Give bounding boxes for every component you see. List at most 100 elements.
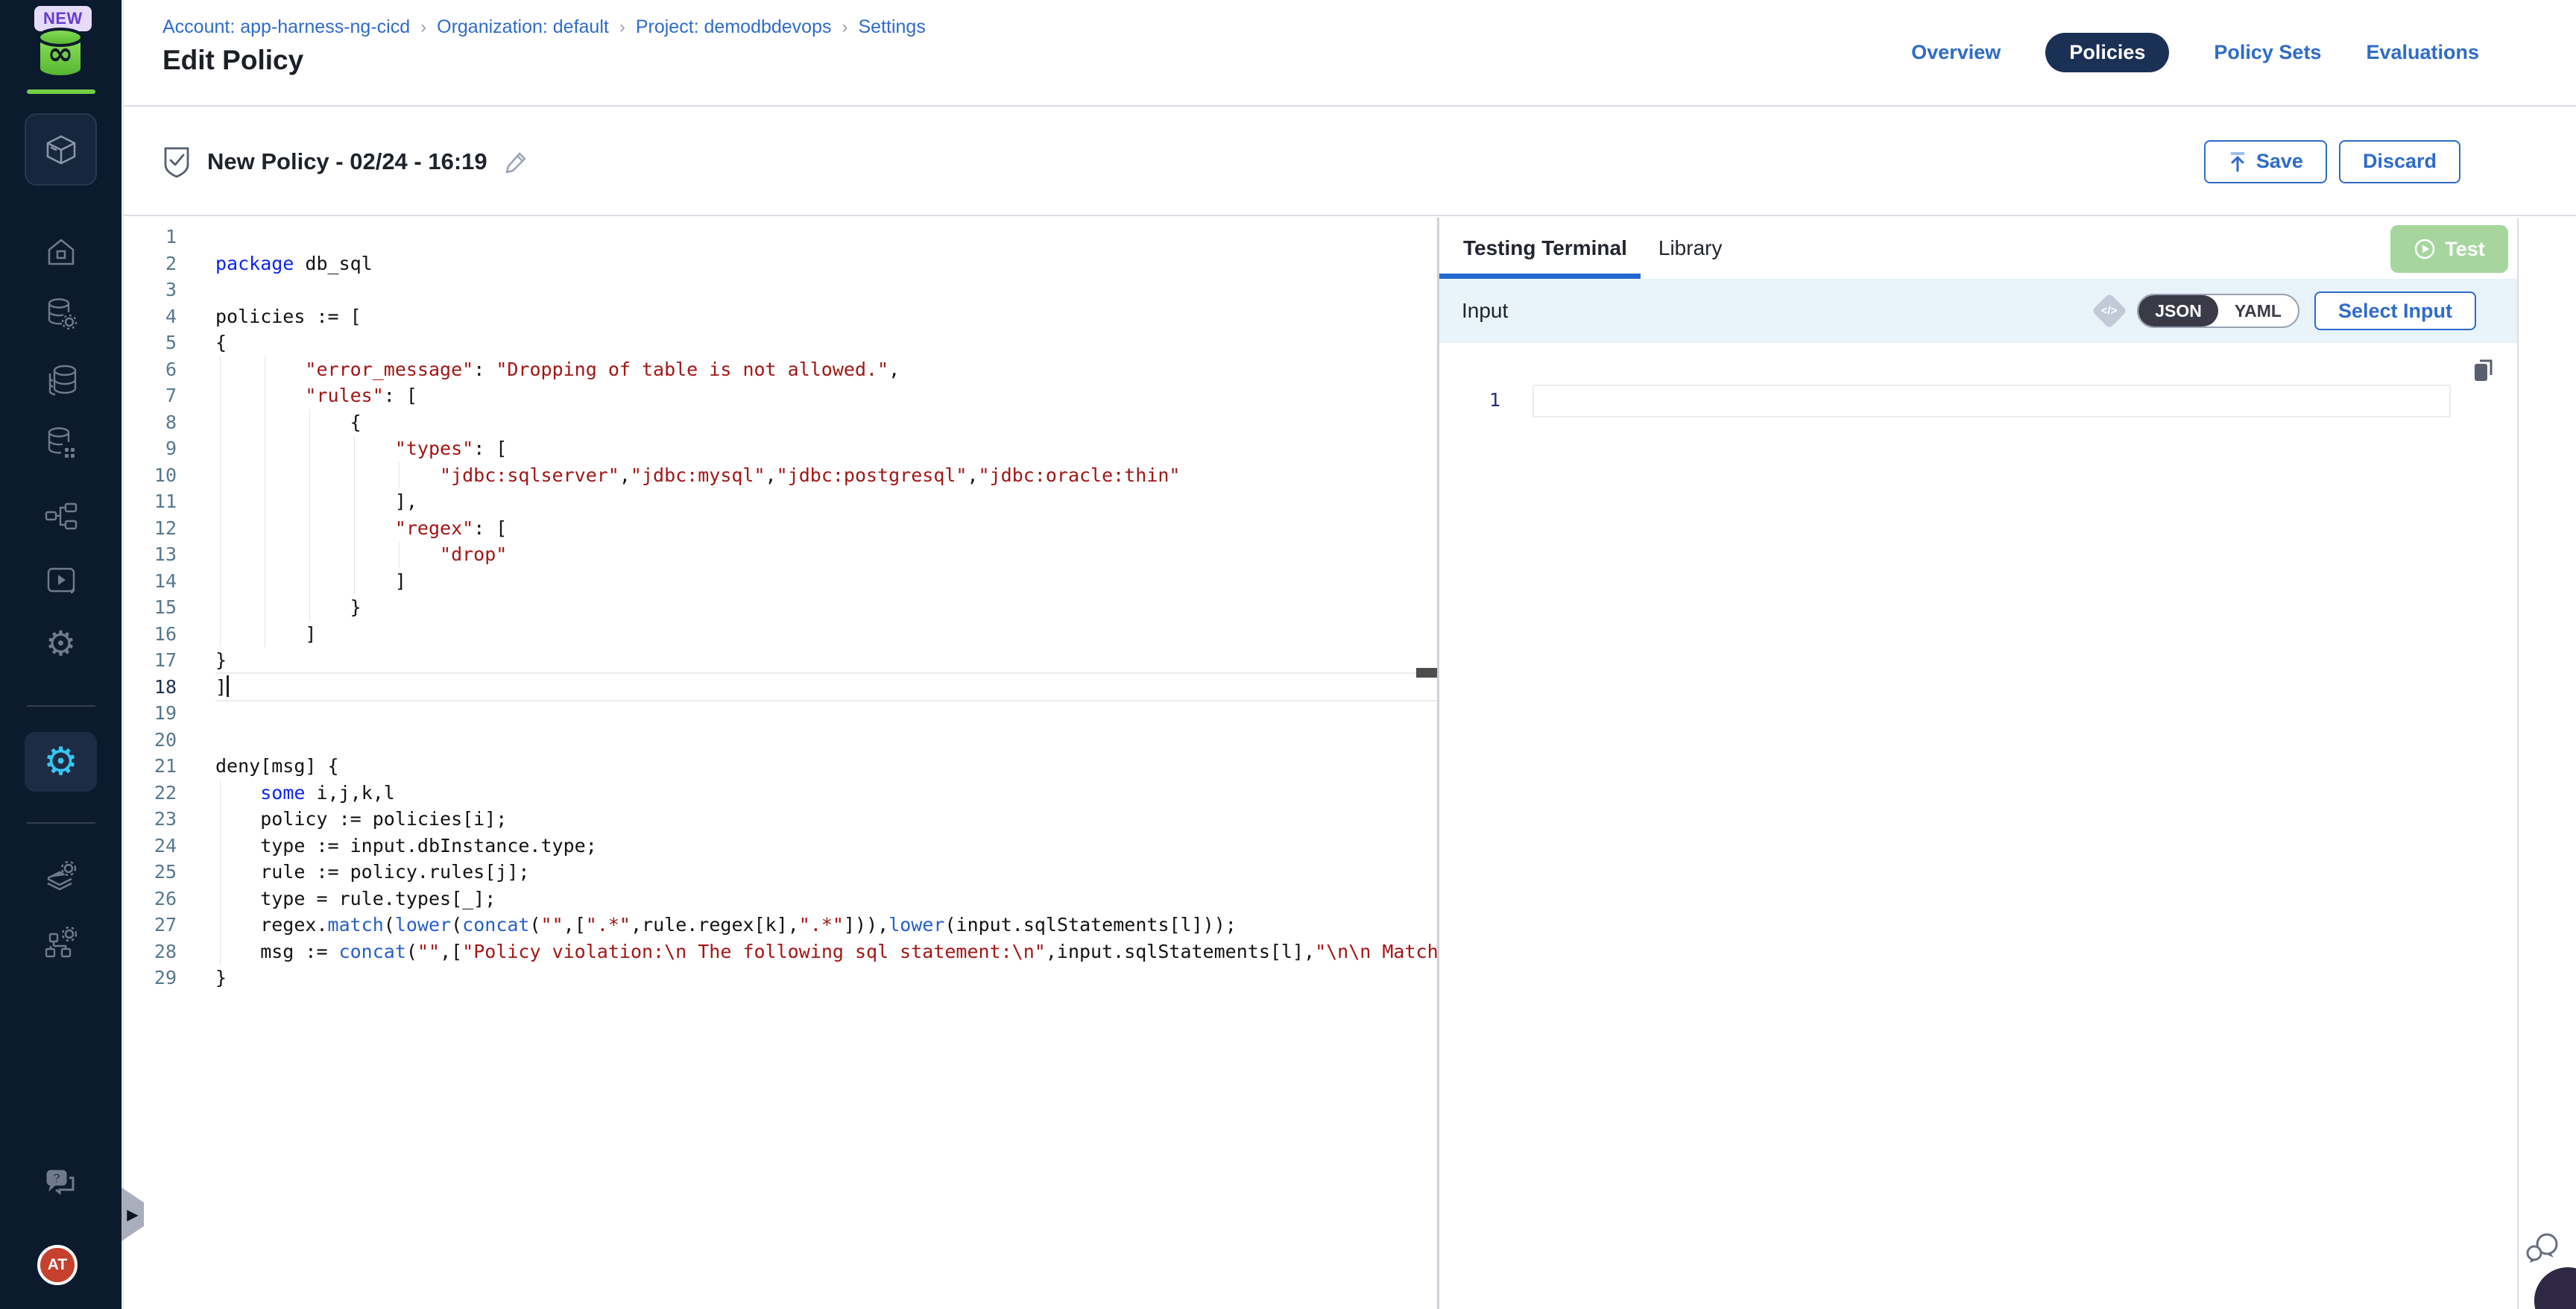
code-line[interactable]: 11 ], — [124, 488, 1437, 515]
nav-item-evaluations[interactable]: Evaluations — [2366, 41, 2479, 64]
sidebar-item-help[interactable]: ? — [0, 1160, 121, 1208]
code-line[interactable]: 9 "types": [ — [124, 435, 1437, 462]
breadcrumb-separator: › — [420, 17, 426, 37]
sidebar-module-button[interactable] — [25, 113, 97, 186]
line-number: 14 — [124, 568, 215, 595]
format-toggle: JSONYAML — [2137, 294, 2299, 328]
input-line-number: 1 — [1478, 389, 1500, 411]
test-button[interactable]: Test — [2390, 225, 2508, 273]
sidebar-item-executions[interactable] — [0, 556, 121, 604]
code-line[interactable]: 4policies := [ — [124, 303, 1437, 330]
breadcrumb-link[interactable]: Project: demodbdevops — [636, 16, 832, 37]
code-line[interactable]: 8 { — [124, 409, 1437, 436]
code-text: type := input.dbInstance.type; — [215, 833, 1437, 859]
code-line[interactable]: 20 — [124, 727, 1437, 754]
panel-tabs: Testing Terminal Library Test — [1439, 218, 2517, 279]
code-line[interactable]: 26 type = rule.types[_]; — [124, 886, 1437, 912]
chat-bubbles-icon[interactable] — [2524, 1231, 2563, 1268]
upload-arrow-icon — [2228, 151, 2247, 172]
code-line[interactable]: 22 some i,j,k,l — [124, 780, 1437, 807]
copy-icon[interactable] — [2472, 358, 2496, 383]
active-tab-underline — [1439, 274, 1641, 279]
code-line[interactable]: 7 "rules": [ — [124, 382, 1437, 409]
input-label: Input — [1462, 299, 1508, 323]
sidebar-item-db-schema[interactable] — [0, 419, 121, 467]
code-line[interactable]: 6 "error_message": "Dropping of table is… — [124, 356, 1437, 383]
policy-toolbar: New Policy - 02/24 - 16:19 Save Discard — [124, 108, 2576, 216]
sidebar-item-home[interactable] — [0, 229, 121, 277]
code-line[interactable]: 13 "drop" — [124, 541, 1437, 568]
home-icon — [45, 236, 78, 269]
code-line[interactable]: 21deny[msg] { — [124, 753, 1437, 780]
harness-dbdevops-logo-icon[interactable]: ∞ — [34, 27, 86, 81]
code-text: ], — [215, 488, 1437, 515]
sidebar-item-settings-active[interactable]: ⚙ — [25, 732, 97, 792]
chat-widget-button[interactable] — [2534, 1267, 2576, 1309]
code-line[interactable]: 25 rule := policy.rules[j]; — [124, 859, 1437, 886]
nav-item-policies[interactable]: Policies — [2045, 33, 2169, 72]
line-number: 4 — [124, 303, 215, 330]
line-number: 2 — [124, 250, 215, 277]
svg-text:∞: ∞ — [48, 35, 74, 72]
sidebar: NEW ∞ — [0, 0, 121, 1309]
sidebar-item-org-settings[interactable] — [0, 918, 121, 965]
code-line[interactable]: 3 — [124, 277, 1437, 303]
gear-active-icon: ⚙ — [43, 742, 78, 781]
breadcrumb-link[interactable]: Settings — [859, 16, 926, 37]
sidebar-item-db-instances[interactable] — [0, 290, 121, 338]
code-line[interactable]: 15 } — [124, 594, 1437, 621]
code-line[interactable]: 29} — [124, 965, 1437, 991]
code-line[interactable]: 19 — [124, 700, 1437, 727]
save-button[interactable]: Save — [2204, 140, 2327, 183]
code-line[interactable]: 16 ] — [124, 621, 1437, 648]
code-line[interactable]: 14 ] — [124, 568, 1437, 595]
discard-button[interactable]: Discard — [2339, 140, 2460, 183]
sidebar-item-pipelines[interactable] — [0, 493, 121, 540]
input-current-line[interactable]: 1 — [1439, 385, 2517, 417]
format-option-yaml[interactable]: YAML — [2218, 295, 2298, 327]
rego-code-editor[interactable]: 12package db_sql34policies := [5{6 "erro… — [124, 218, 1437, 1309]
sidebar-item-settings[interactable]: ⚙ — [0, 619, 121, 667]
sidebar-item-databases[interactable] — [0, 356, 121, 404]
code-text: "drop" — [215, 541, 1437, 568]
tab-testing-terminal[interactable]: Testing Terminal — [1456, 236, 1635, 260]
breadcrumb-link[interactable]: Organization: default — [437, 16, 609, 37]
breadcrumb-separator: › — [619, 17, 625, 37]
page-title: Edit Policy — [162, 45, 303, 76]
code-line[interactable]: 27 regex.match(lower(concat("",[".*",rul… — [124, 912, 1437, 939]
line-number: 10 — [124, 462, 215, 489]
code-line[interactable]: 1 — [124, 224, 1437, 250]
code-text — [215, 224, 1437, 250]
sidebar-item-project-settings[interactable] — [0, 854, 121, 901]
nav-item-overview[interactable]: Overview — [1911, 41, 2001, 64]
code-line[interactable]: 5{ — [124, 329, 1437, 356]
line-number: 7 — [124, 382, 215, 409]
user-avatar[interactable]: AT — [37, 1245, 78, 1285]
code-line[interactable]: 24 type := input.dbInstance.type; — [124, 833, 1437, 859]
code-line[interactable]: 2package db_sql — [124, 250, 1437, 277]
code-text: } — [215, 594, 1437, 621]
org-structure-gear-icon — [43, 924, 79, 959]
code-line[interactable]: 10 "jdbc:sqlserver","jdbc:mysql","jdbc:p… — [124, 462, 1437, 489]
edit-pencil-icon[interactable] — [504, 149, 529, 174]
caret-right-icon: ▶ — [127, 1205, 138, 1224]
line-number: 18 — [124, 674, 215, 701]
line-number: 16 — [124, 621, 215, 648]
select-input-button[interactable]: Select Input — [2314, 291, 2476, 330]
code-text: deny[msg] { — [215, 753, 1437, 780]
code-text: { — [215, 329, 1437, 356]
format-option-json[interactable]: JSON — [2138, 295, 2218, 327]
nav-item-policy-sets[interactable]: Policy Sets — [2214, 41, 2321, 64]
line-number: 9 — [124, 435, 215, 462]
tab-library[interactable]: Library — [1651, 236, 1730, 260]
code-line[interactable]: 23 policy := policies[i]; — [124, 806, 1437, 833]
input-editor[interactable]: 1 — [1439, 343, 2517, 1309]
code-line[interactable]: 17} — [124, 647, 1437, 674]
code-text: "jdbc:sqlserver","jdbc:mysql","jdbc:post… — [215, 462, 1437, 489]
code-line[interactable]: 18] — [124, 674, 1437, 701]
code-line[interactable]: 28 msg := concat("",["Policy violation:\… — [124, 939, 1437, 965]
breadcrumb-link[interactable]: Account: app-harness-ng-cicd — [162, 16, 410, 37]
content-area: Account: app-harness-ng-cicd › Organizatio… — [121, 0, 2576, 1309]
code-line[interactable]: 12 "regex": [ — [124, 515, 1437, 542]
code-text: "types": [ — [215, 435, 1437, 462]
